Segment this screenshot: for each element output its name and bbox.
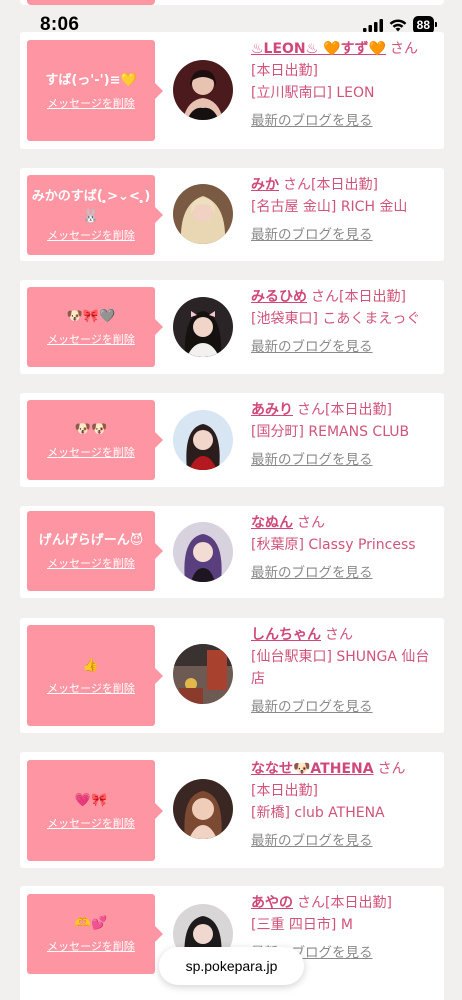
delete-message-link[interactable]: メッセージを削除	[47, 446, 135, 460]
message-bubble: 🫶💕 メッセージを削除	[27, 894, 163, 974]
message-text: 👍	[82, 657, 100, 673]
wifi-icon	[389, 18, 407, 31]
profile-info: みか さん[本日出勤] [名古屋 金山] RICH 金山 最新のブログを見る	[251, 174, 441, 246]
delete-message-link[interactable]: メッセージを削除	[47, 682, 135, 696]
honorific: さん	[389, 41, 418, 57]
message-card: げんげらげーん😈 メッセージを削除 なぬん さん [秋葉原] Classy Pri…	[20, 506, 444, 598]
honorific: さん	[325, 627, 353, 643]
attendance-status: [本日出勤]	[251, 783, 318, 799]
message-text: みかのすば(́ ̥̥̥>⌄< ̥̥̥)🐰	[31, 189, 151, 224]
profile-info: あみり さん[本日出勤] [国分町] REMANS CLUB 最新のブログを見る	[251, 399, 441, 471]
honorific: さん	[297, 402, 325, 418]
message-bubble: 🐶🐶 メッセージを削除	[27, 400, 163, 480]
shop-info: [秋葉原] Classy Princess	[251, 537, 416, 553]
message-bubble: すば(っ'-')≡💛 メッセージを削除	[27, 40, 163, 141]
delete-message-link[interactable]: メッセージを削除	[47, 97, 135, 111]
message-text: すば(っ'-')≡💛	[45, 72, 137, 88]
latest-blog-link[interactable]: 最新のブログを見る	[251, 452, 373, 468]
cellular-signal-icon	[362, 18, 383, 32]
shop-info: [仙台駅東口] SHUNGA 仙台店	[251, 649, 430, 687]
message-text: 🐶🐶	[74, 422, 108, 437]
profile-name-link[interactable]: ななせ🐶ATHENA	[251, 761, 374, 777]
honorific: さん	[297, 515, 325, 531]
profile-info: みるひめ さん[本日出勤] [池袋東口] こあくまえっぐ 最新のブログを見る	[251, 286, 441, 358]
shop-info: [国分町] REMANS CLUB	[251, 424, 410, 440]
message-bubble: みかのすば(́ ̥̥̥>⌄< ̥̥̥)🐰 メッセージを削除	[27, 175, 163, 255]
profile-name-link[interactable]: ♨LEON♨ 🧡すず🧡	[251, 41, 386, 57]
delete-message-link[interactable]: メッセージを削除	[47, 940, 135, 954]
avatar[interactable]	[173, 60, 233, 120]
attendance-status: [本日出勤]	[325, 402, 392, 418]
profile-name-link[interactable]: あみり	[251, 402, 293, 418]
avatar[interactable]	[173, 644, 233, 704]
avatar[interactable]	[173, 297, 233, 357]
profile-name-link[interactable]: なぬん	[251, 515, 293, 531]
message-bubble: げんげらげーん😈 メッセージを削除	[27, 511, 163, 591]
delete-message-link[interactable]: メッセージを削除	[47, 229, 135, 243]
latest-blog-link[interactable]: 最新のブログを見る	[251, 227, 373, 243]
avatar[interactable]	[173, 410, 233, 470]
shop-info: [池袋東口] こあくまえっぐ	[251, 311, 421, 327]
message-card: みかのすば(́ ̥̥̥>⌄< ̥̥̥)🐰 メッセージを削除 みか さん[本日出勤]…	[20, 168, 444, 261]
message-text: 🫶💕	[74, 916, 108, 931]
shop-info: [三重 四日市] M	[251, 917, 353, 933]
latest-blog-link[interactable]: 最新のブログを見る	[251, 339, 373, 355]
profile-info: なぬん さん [秋葉原] Classy Princess 最新のブログを見る	[251, 512, 441, 584]
delete-message-link[interactable]: メッセージを削除	[47, 817, 135, 831]
profile-name-link[interactable]: みか	[251, 177, 279, 193]
latest-blog-link[interactable]: 最新のブログを見る	[251, 565, 373, 581]
message-text: 💗🎀	[74, 792, 108, 808]
shop-info: [立川駅南口] LEON	[251, 85, 375, 101]
honorific: さん	[311, 289, 339, 305]
message-bubble: 👍 メッセージを削除	[27, 625, 163, 726]
honorific: さん	[297, 895, 325, 911]
latest-blog-link[interactable]: 最新のブログを見る	[251, 113, 373, 129]
avatar[interactable]	[173, 522, 233, 582]
avatar[interactable]	[173, 779, 233, 839]
attendance-status: [本日出勤]	[311, 177, 378, 193]
browser-url-bar[interactable]: sp.pokepara.jp	[159, 947, 304, 985]
latest-blog-link[interactable]: 最新のブログを見る	[251, 833, 373, 849]
profile-name-link[interactable]: あやの	[251, 895, 293, 911]
delete-message-link[interactable]: メッセージを削除	[47, 557, 135, 571]
honorific: さん	[377, 761, 406, 777]
message-text: げんげらげーん😈	[38, 533, 144, 548]
message-text: 🐶🎀🩶	[66, 309, 116, 324]
profile-name-link[interactable]: みるひめ	[251, 289, 307, 305]
shop-info: [名古屋 金山] RICH 金山	[251, 199, 408, 215]
delete-message-link[interactable]: メッセージを削除	[47, 333, 135, 347]
honorific: さん	[283, 177, 311, 193]
message-bubble: 🐶🎀🩶 メッセージを削除	[27, 287, 163, 367]
message-card: 🐶🐶 メッセージを削除 あみり さん[本日出勤] [国分町] REMANS CLU…	[20, 393, 444, 487]
profile-name-link[interactable]: しんちゃん	[251, 627, 321, 643]
profile-info: ♨LEON♨ 🧡すず🧡 さん [本日出勤] [立川駅南口] LEON 最新のブログ…	[251, 38, 441, 132]
avatar[interactable]	[173, 184, 233, 244]
attendance-status: [本日出勤]	[339, 289, 406, 305]
shop-info: [新橋] club ATHENA	[251, 805, 385, 821]
message-card: 👍 メッセージを削除 しんちゃん さん [仙台駅東口] SHUNGA 仙台店 最新…	[20, 618, 444, 733]
message-card: 🐶🎀🩶 メッセージを削除 みるひめ さん[本日出勤] [池袋東口] こあくまえっぐ…	[20, 280, 444, 374]
message-card: 💗🎀 メッセージを削除 ななせ🐶ATHENA さん [本日出勤] [新橋] clu…	[20, 752, 444, 868]
message-card: すば(っ'-')≡💛 メッセージを削除 ♨LEON♨ 🧡すず🧡 さん [本日出勤]…	[20, 32, 444, 149]
attendance-status: [本日出勤]	[325, 895, 392, 911]
latest-blog-link[interactable]: 最新のブログを見る	[251, 699, 373, 715]
attendance-status: [本日出勤]	[251, 63, 318, 79]
profile-info: しんちゃん さん [仙台駅東口] SHUNGA 仙台店 最新のブログを見る	[251, 624, 441, 718]
message-bubble: 💗🎀 メッセージを削除	[27, 760, 163, 861]
profile-info: ななせ🐶ATHENA さん [本日出勤] [新橋] club ATHENA 最新の…	[251, 758, 441, 852]
